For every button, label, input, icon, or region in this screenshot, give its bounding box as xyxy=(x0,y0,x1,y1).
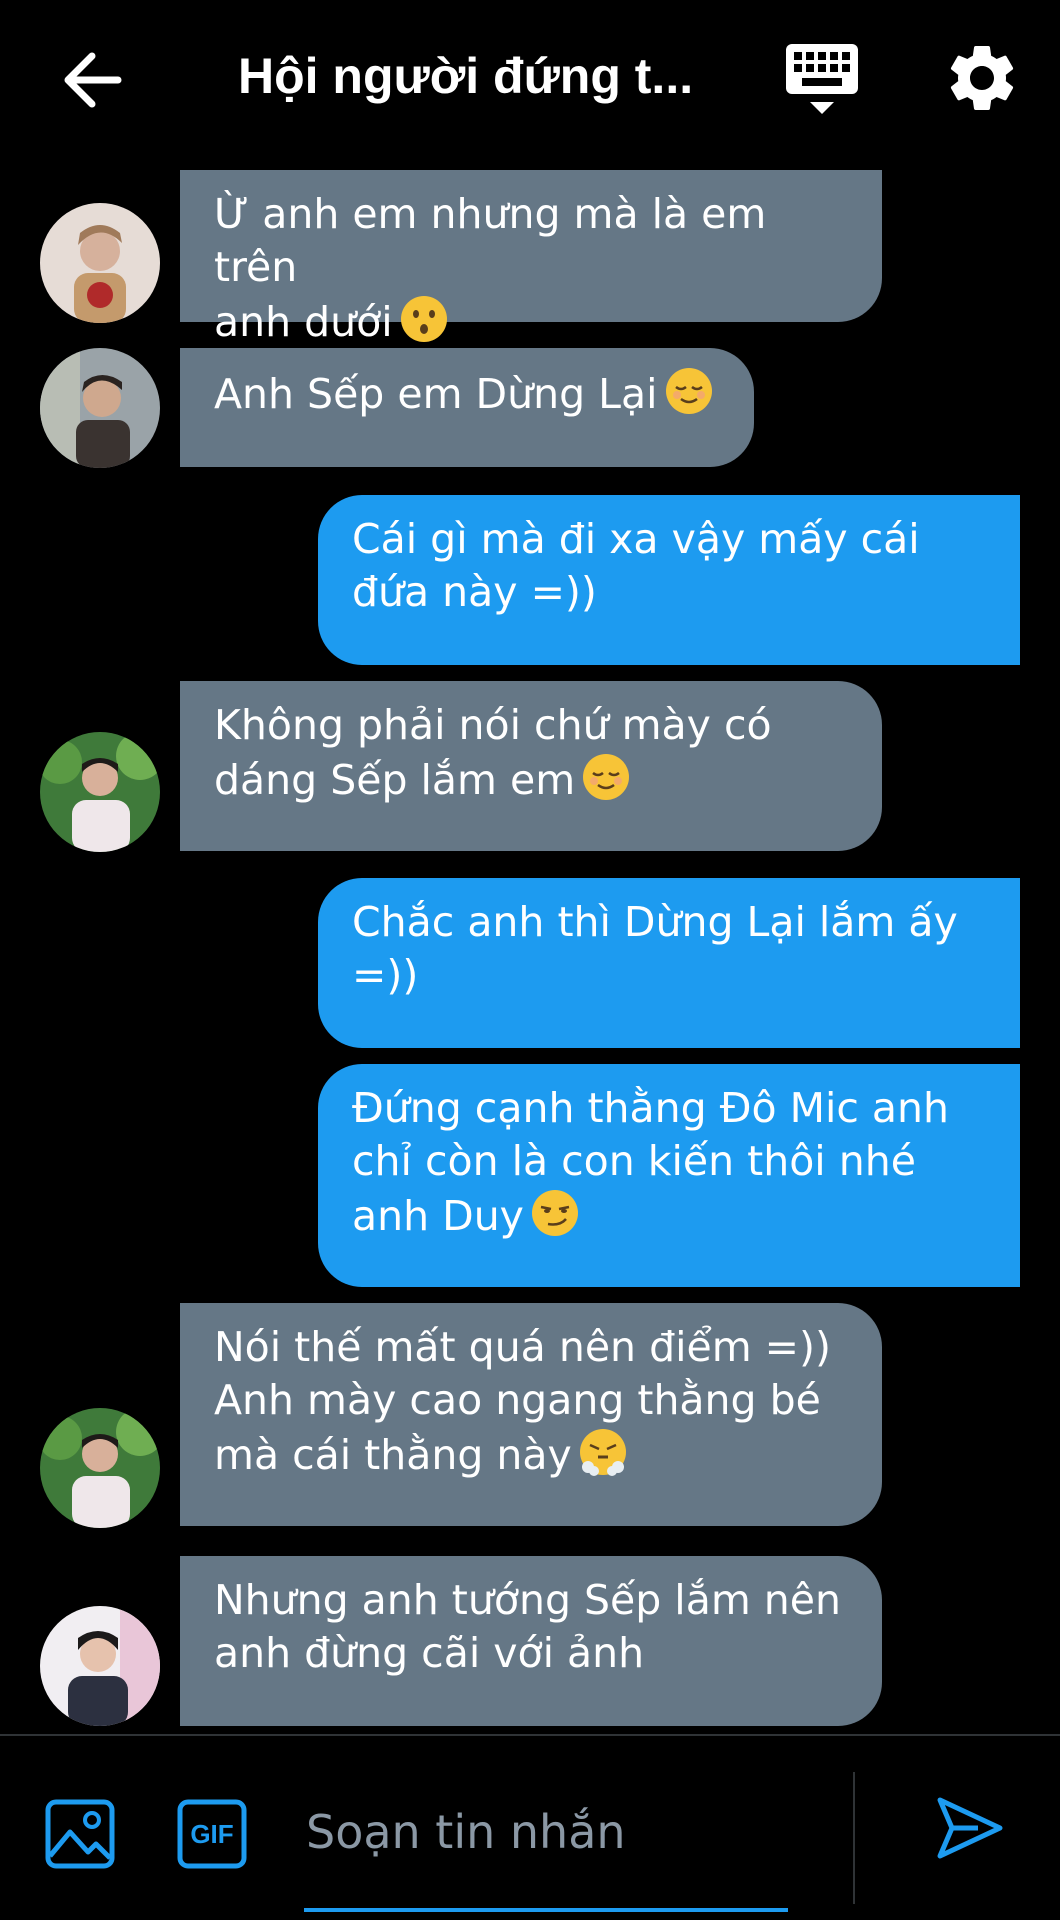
send-button[interactable] xyxy=(934,1792,1006,1864)
message-text: Cái gì mà đi xa vậy mấy cái đứa này =)) xyxy=(352,515,920,616)
keyboard-button[interactable] xyxy=(782,40,862,120)
message-bubble-incoming[interactable]: Nói thế mất quá nên điểm =)) Anh mày cao… xyxy=(180,1303,882,1526)
message-bubble-outgoing[interactable]: Chắc anh thì Dừng Lại lắm ấy =)) xyxy=(318,878,1020,1048)
avatar[interactable] xyxy=(40,1408,160,1528)
compose-input-underline xyxy=(304,1908,788,1912)
back-button[interactable] xyxy=(56,40,136,120)
add-image-button[interactable] xyxy=(44,1798,116,1870)
face-with-steam-icon xyxy=(579,1429,626,1476)
message-text: Anh Sếp em Dừng Lại xyxy=(214,370,658,418)
message-text: Không phải nói chứ mày có dáng Sếp lắm e… xyxy=(214,701,772,804)
message-text: Đứng cạnh thằng Đô Mic anh chỉ còn là co… xyxy=(352,1084,950,1240)
avatar[interactable] xyxy=(40,1606,160,1726)
gear-icon xyxy=(950,46,1014,110)
message-bubble-incoming[interactable]: Ừ anh em nhưng mà là em trên anh dưới xyxy=(180,170,882,346)
relieved-face-icon xyxy=(583,754,630,800)
smirking-face-icon xyxy=(531,1190,578,1236)
arrow-left-icon xyxy=(64,52,122,108)
message-bubble-outgoing[interactable]: Đứng cạnh thằng Đô Mic anh chỉ còn là co… xyxy=(318,1064,1020,1287)
kissing-face-icon xyxy=(400,296,447,342)
message-bubble-incoming[interactable]: Anh Sếp em Dừng Lại xyxy=(180,348,754,467)
message-text: Nói thế mất quá nên điểm =)) Anh mày cao… xyxy=(214,1323,832,1479)
message-text: Nhưng anh tướng Sếp lắm nên anh đừng cãi… xyxy=(214,1576,841,1677)
message-composer: GIF Soạn tin nhắn xyxy=(0,1736,1060,1920)
keyboard-icon xyxy=(786,44,858,114)
add-gif-button[interactable]: GIF xyxy=(176,1798,248,1870)
message-text: Ừ anh em nhưng mà là em trên anh dưới xyxy=(214,190,767,346)
settings-button[interactable] xyxy=(942,38,1022,118)
avatar[interactable] xyxy=(40,732,160,852)
relieved-face-icon xyxy=(665,368,712,414)
send-icon xyxy=(937,1797,1003,1859)
message-bubble-outgoing[interactable]: Cái gì mà đi xa vậy mấy cái đứa này =)) xyxy=(318,495,1020,665)
composer-separator xyxy=(853,1772,855,1904)
message-bubble-incoming[interactable]: Nhưng anh tướng Sếp lắm nên anh đừng cãi… xyxy=(180,1556,882,1726)
compose-input[interactable]: Soạn tin nhắn xyxy=(306,1804,626,1860)
image-icon xyxy=(45,1799,115,1869)
avatar[interactable] xyxy=(40,348,160,468)
avatar[interactable] xyxy=(40,203,160,323)
message-bubble-incoming[interactable]: Không phải nói chứ mày có dáng Sếp lắm e… xyxy=(180,681,882,851)
message-text: Chắc anh thì Dừng Lại lắm ấy =)) xyxy=(352,898,958,999)
gif-label: GIF xyxy=(190,1819,234,1849)
top-bar: Hội người đứng t... xyxy=(0,0,1060,160)
conversation-title[interactable]: Hội người đứng t... xyxy=(238,44,698,108)
